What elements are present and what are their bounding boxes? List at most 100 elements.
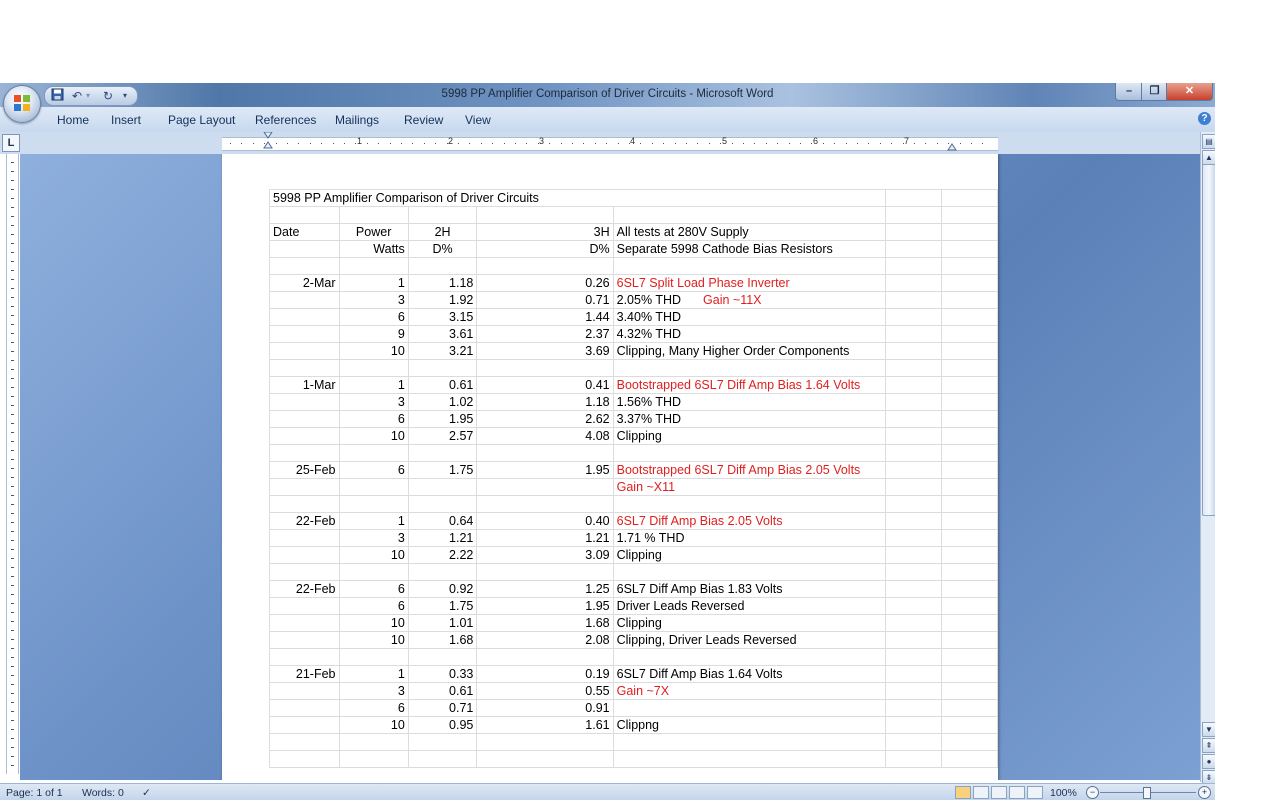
document-title: 5998 PP Amplifier Comparison of Driver C… [268, 189, 887, 207]
table-row: 10 1.68 2.08 Clipping, Driver Leads Reverse… [269, 631, 998, 649]
tab-page-layout[interactable]: Page Layout [168, 113, 235, 127]
zoom-in-icon[interactable]: + [1198, 786, 1211, 799]
ruler-tick [11, 747, 14, 748]
scroll-thumb[interactable] [1202, 164, 1215, 516]
second-harmonic-cell [407, 478, 478, 496]
note-cell: Bootstrapped 6SL7 Diff Amp Bias 2.05 Vol… [612, 461, 887, 479]
redo-icon[interactable]: ↻ [103, 88, 113, 104]
undo-icon[interactable]: ↶ [72, 88, 82, 104]
date-cell [269, 393, 340, 411]
note-cell: Gain ~7X [612, 682, 887, 700]
zoom-level[interactable]: 100% [1050, 787, 1077, 799]
horizontal-ruler[interactable]: 1 2 3 4 5 6 7 [222, 132, 998, 152]
second-harmonic-cell: 1.18 [407, 274, 478, 292]
proofing-icon[interactable]: ✓ [142, 787, 151, 799]
empty-cell [941, 308, 998, 326]
date-cell [269, 597, 340, 615]
ruler-tick [344, 143, 345, 144]
date-cell [269, 410, 340, 428]
third-harmonic-cell [476, 444, 614, 462]
ribbon-tabs: Home Insert Page Layout References Maili… [0, 107, 1215, 133]
vertical-scrollbar[interactable]: ▤ ▲ ▼ ⇞ ● ⇟ [1200, 132, 1215, 785]
third-harmonic-cell: 3.69 [476, 342, 614, 360]
undo-dropdown-icon[interactable]: ▾ [86, 88, 90, 104]
tab-review[interactable]: Review [404, 113, 443, 127]
ruler-tick [11, 342, 14, 343]
ruler-number: 6 [813, 136, 819, 146]
ruler-tick [480, 143, 482, 144]
customize-qat-icon[interactable]: ▾ [123, 88, 127, 104]
table-row: 6 3.15 1.44 3.40% THD [269, 308, 998, 326]
ruler-tick [11, 585, 14, 586]
ruler-tick [11, 630, 14, 631]
restore-button[interactable]: ❐ [1141, 83, 1168, 101]
outline-view-icon[interactable] [1009, 786, 1025, 799]
ruler-tick [11, 225, 14, 226]
note-cell: 4.32% THD [612, 325, 887, 343]
note-cell: Driver Leads Reversed [612, 597, 887, 615]
tab-selector-button[interactable]: L [2, 134, 20, 152]
ruler-tick [11, 765, 14, 766]
tab-insert[interactable]: Insert [111, 113, 141, 127]
third-harmonic-cell: 0.26 [476, 274, 614, 292]
ruler-toggle-icon[interactable]: ▤ [1202, 134, 1215, 149]
scroll-down-icon[interactable]: ▼ [1202, 722, 1215, 737]
office-button[interactable] [3, 85, 41, 123]
empty-cell [885, 716, 943, 734]
zoom-slider-thumb[interactable] [1143, 787, 1151, 799]
document-page[interactable]: 5998 PP Amplifier Comparison of Driver C… [222, 154, 998, 780]
third-harmonic-cell: 1.44 [476, 308, 614, 326]
empty-cell [941, 716, 998, 734]
date-cell [269, 444, 340, 462]
tab-mailings[interactable]: Mailings [335, 113, 379, 127]
second-harmonic-cell: 1.95 [407, 410, 478, 428]
table-row: 10 2.57 4.08 Clipping [269, 427, 998, 445]
web-layout-view-icon[interactable] [991, 786, 1007, 799]
minimize-button[interactable]: – [1115, 83, 1143, 101]
ruler-tick [11, 423, 14, 424]
ruler-tick [458, 143, 459, 144]
header-2h-unit: D% [407, 240, 478, 258]
note-cell: 1.56% THD [612, 393, 887, 411]
close-button[interactable]: ✕ [1166, 83, 1213, 101]
document-area: 5998 PP Amplifier Comparison of Driver C… [20, 154, 1200, 780]
note-text: 4.32% THD [616, 327, 682, 341]
empty-cell [885, 614, 943, 632]
help-icon[interactable]: ? [1198, 112, 1211, 125]
third-harmonic-cell [476, 733, 614, 751]
note-cell: Clipping [612, 427, 887, 445]
ruler-tick [11, 666, 14, 667]
empty-cell [941, 733, 998, 751]
word-count[interactable]: Words: 0 [82, 787, 124, 799]
third-harmonic-cell: 1.18 [476, 393, 614, 411]
tab-references[interactable]: References [255, 113, 316, 127]
zoom-out-icon[interactable]: − [1086, 786, 1099, 799]
tab-home[interactable]: Home [57, 113, 89, 127]
right-indent-marker-icon[interactable] [947, 136, 957, 152]
ruler-tick [11, 675, 14, 676]
office-logo-icon [14, 95, 30, 111]
empty-cell [941, 427, 998, 445]
date-cell [269, 342, 340, 360]
empty-cell [885, 444, 943, 462]
second-harmonic-cell: 2.22 [407, 546, 478, 564]
full-screen-reading-view-icon[interactable] [973, 786, 989, 799]
previous-page-icon[interactable]: ⇞ [1202, 738, 1215, 753]
page-count[interactable]: Page: 1 of 1 [6, 787, 63, 799]
second-harmonic-cell: 1.75 [407, 597, 478, 615]
ruler-tick [834, 143, 836, 144]
second-harmonic-cell [407, 563, 478, 581]
ruler-tick [720, 143, 722, 144]
select-browse-object-icon[interactable]: ● [1202, 754, 1215, 769]
ruler-tick [11, 549, 14, 550]
date-cell [269, 325, 340, 343]
draft-view-icon[interactable] [1027, 786, 1043, 799]
note-cell: Clipping, Driver Leads Reversed [612, 631, 887, 649]
save-icon[interactable] [51, 88, 64, 105]
second-harmonic-cell: 0.33 [407, 665, 478, 683]
print-layout-view-icon[interactable] [955, 786, 971, 799]
ruler-tick [560, 143, 562, 144]
scroll-up-icon[interactable]: ▲ [1202, 150, 1215, 165]
second-harmonic-cell: 0.64 [407, 512, 478, 530]
tab-view[interactable]: View [465, 113, 491, 127]
